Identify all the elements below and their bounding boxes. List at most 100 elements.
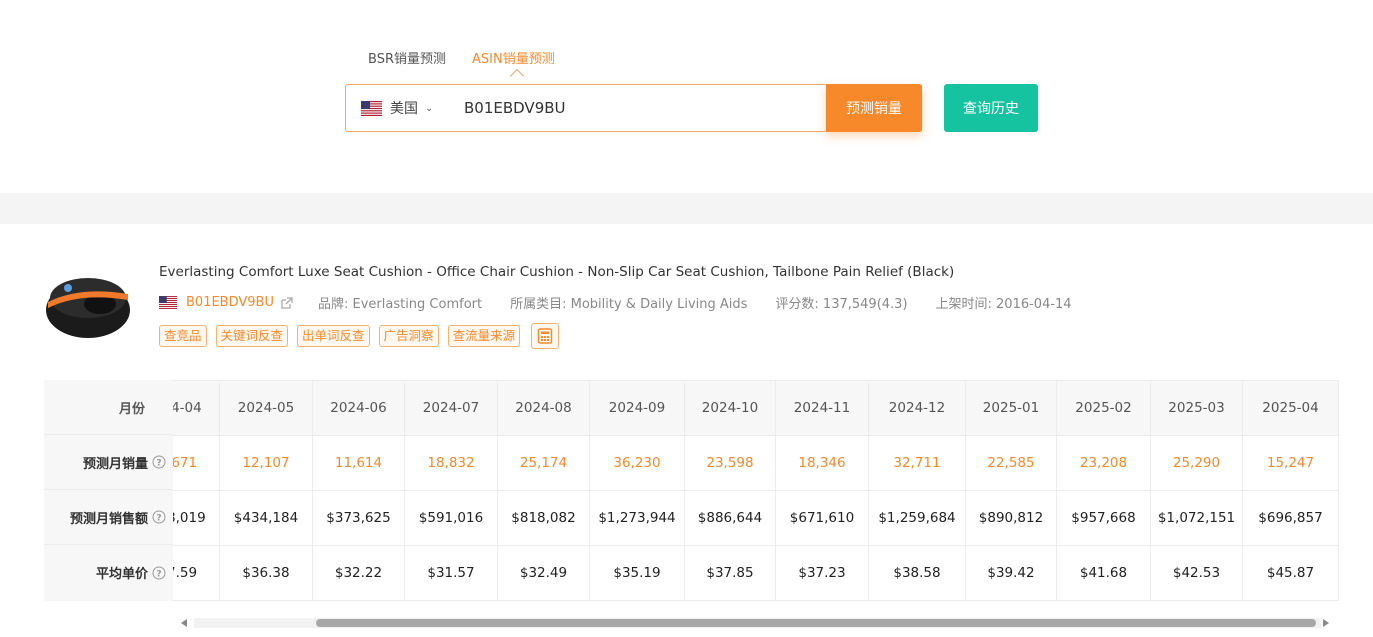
table-column: 2025-03 25,290 $1,072,151 $42.53 (1151, 381, 1243, 601)
revenue-cell: $957,668 (1057, 491, 1150, 546)
price-cell: $38.58 (869, 546, 965, 601)
revenue-cell: $696,857 (1243, 491, 1338, 546)
units-cell: 25,290 (1151, 436, 1242, 491)
tag-ad-insight[interactable]: 广告洞察 (378, 325, 439, 347)
section-divider (0, 193, 1373, 224)
tab-bsr-prediction[interactable]: BSR销量预测 (368, 48, 446, 67)
price-cell: $37.23 (776, 546, 868, 601)
table-column: 2024-05 12,107 $434,184 $36.38 (220, 381, 313, 601)
calculator-button[interactable] (531, 323, 560, 349)
table-column: 2025-02 23,208 $957,668 $41.68 (1057, 381, 1151, 601)
price-cell: $35.19 (590, 546, 684, 601)
row-header-units-label: 预测月销量 (82, 456, 148, 472)
units-cell: 23,598 (685, 436, 775, 491)
table-column: 2024-07 18,832 $591,016 $31.57 (405, 381, 498, 601)
country-label: 美国 (390, 101, 418, 117)
scroll-left-arrow-icon[interactable] (181, 619, 187, 627)
us-flag-icon (159, 296, 177, 309)
svg-text:?: ? (156, 459, 161, 469)
units-cell: 23,208 (1057, 436, 1150, 491)
price-cell: $39.42 (966, 546, 1056, 601)
product-image (46, 278, 130, 338)
rating-info: 评分数: 137,549(4.3) (775, 297, 908, 312)
price-cell: $41.68 (1057, 546, 1150, 601)
revenue-cell: $886,644 (685, 491, 775, 546)
price-cell: $32.22 (313, 546, 404, 601)
revenue-cell: $591,016 (405, 491, 497, 546)
units-cell: 32,711 (869, 436, 965, 491)
tab-asin-prediction[interactable]: ASIN销量预测 (472, 48, 555, 67)
prediction-tabs: BSR销量预测 ASIN销量预测 (368, 48, 555, 67)
help-icon[interactable]: ? (152, 510, 166, 524)
sales-forecast-table: 2024-04 13,671 $418,019 $37.59 2024-05 12,107… (44, 380, 1339, 601)
revenue-cell: $373,625 (313, 491, 404, 546)
row-header-units: 预测月销量 ? (44, 435, 173, 490)
scroll-right-arrow-icon[interactable] (1323, 619, 1329, 627)
asin-link[interactable]: B01EBDV9BU (186, 295, 274, 310)
units-cell: 11,614 (313, 436, 404, 491)
month-cell: 2024-06 (313, 381, 404, 436)
chevron-down-icon: ⌄ (425, 102, 434, 114)
month-cell: 2024-08 (498, 381, 589, 436)
row-header-month: 月份 (44, 380, 173, 435)
units-cell: 36,230 (590, 436, 684, 491)
month-cell: 2025-01 (966, 381, 1056, 436)
tag-keyword-reverse[interactable]: 关键词反查 (215, 325, 289, 347)
table-column: 2024-09 36,230 $1,273,944 $35.19 (590, 381, 685, 601)
month-cell: 2024-12 (869, 381, 965, 436)
category-info: 所属类目: Mobility & Daily Living Aids (510, 297, 748, 312)
row-header-column: 月份 预测月销量 ? 预测月销售额 ? 平均单价 ? (44, 380, 173, 601)
search-box: 美国 ⌄ 预测销量 (345, 84, 922, 132)
units-cell: 22,585 (966, 436, 1056, 491)
price-cell: $36.38 (220, 546, 312, 601)
price-cell: $37.85 (685, 546, 775, 601)
price-cell: $42.53 (1151, 546, 1242, 601)
help-icon[interactable]: ? (152, 455, 166, 469)
units-cell: 18,346 (776, 436, 868, 491)
product-meta: B01EBDV9BU 品牌: Everlasting Comfort 所属类目:… (159, 293, 1100, 312)
scrollbar-thumb[interactable] (316, 619, 1316, 627)
external-link-icon[interactable] (280, 296, 294, 310)
units-cell: 18,832 (405, 436, 497, 491)
units-cell: 12,107 (220, 436, 312, 491)
table-column: 2025-01 22,585 $890,812 $39.42 (966, 381, 1057, 601)
tag-order-keyword-reverse[interactable]: 出单词反查 (297, 325, 370, 347)
row-header-avg-price: 平均单价 ? (44, 545, 173, 600)
revenue-cell: $818,082 (498, 491, 589, 546)
month-cell: 2024-10 (685, 381, 775, 436)
revenue-cell: $1,259,684 (869, 491, 965, 546)
table-column: 2024-06 11,614 $373,625 $32.22 (313, 381, 405, 601)
table-column: 2025-04 15,247 $696,857 $45.87 (1243, 381, 1339, 601)
month-cell: 2025-02 (1057, 381, 1150, 436)
units-cell: 15,247 (1243, 436, 1338, 491)
brand-info: 品牌: Everlasting Comfort (317, 297, 483, 312)
row-header-revenue: 预测月销售额 ? (44, 490, 173, 545)
svg-text:?: ? (156, 514, 161, 524)
row-header-revenue-label: 预测月销售额 (69, 511, 148, 527)
product-title[interactable]: Everlasting Comfort Luxe Seat Cushion - … (159, 264, 954, 280)
month-cell: 2024-07 (405, 381, 497, 436)
table-column: 2024-11 18,346 $671,610 $37.23 (776, 381, 869, 601)
listing-date-info: 上架时间: 2016-04-14 (935, 297, 1072, 312)
country-select[interactable]: 美国 ⌄ (346, 98, 464, 118)
help-icon[interactable]: ? (152, 566, 166, 580)
tag-competitor-lookup[interactable]: 查竞品 (159, 325, 207, 347)
horizontal-scrollbar[interactable] (174, 615, 1338, 632)
calculator-icon (537, 328, 553, 344)
predict-sales-button[interactable]: 预测销量 (826, 84, 922, 132)
tag-traffic-source[interactable]: 查流量来源 (447, 325, 521, 347)
revenue-cell: $1,072,151 (1151, 491, 1242, 546)
table-columns: 2024-04 13,671 $418,019 $37.59 2024-05 12,107… (128, 380, 1339, 601)
price-cell: $45.87 (1243, 546, 1338, 601)
row-header-month-label: 月份 (118, 401, 145, 417)
month-cell: 2024-09 (590, 381, 684, 436)
us-flag-icon (361, 100, 382, 116)
revenue-cell: $671,610 (776, 491, 868, 546)
price-cell: $31.57 (405, 546, 497, 601)
svg-text:?: ? (156, 569, 161, 579)
units-cell: 25,174 (498, 436, 589, 491)
month-cell: 2024-05 (220, 381, 312, 436)
asin-search-input[interactable] (464, 88, 804, 128)
price-cell: $32.49 (498, 546, 589, 601)
query-history-button[interactable]: 查询历史 (944, 84, 1038, 132)
